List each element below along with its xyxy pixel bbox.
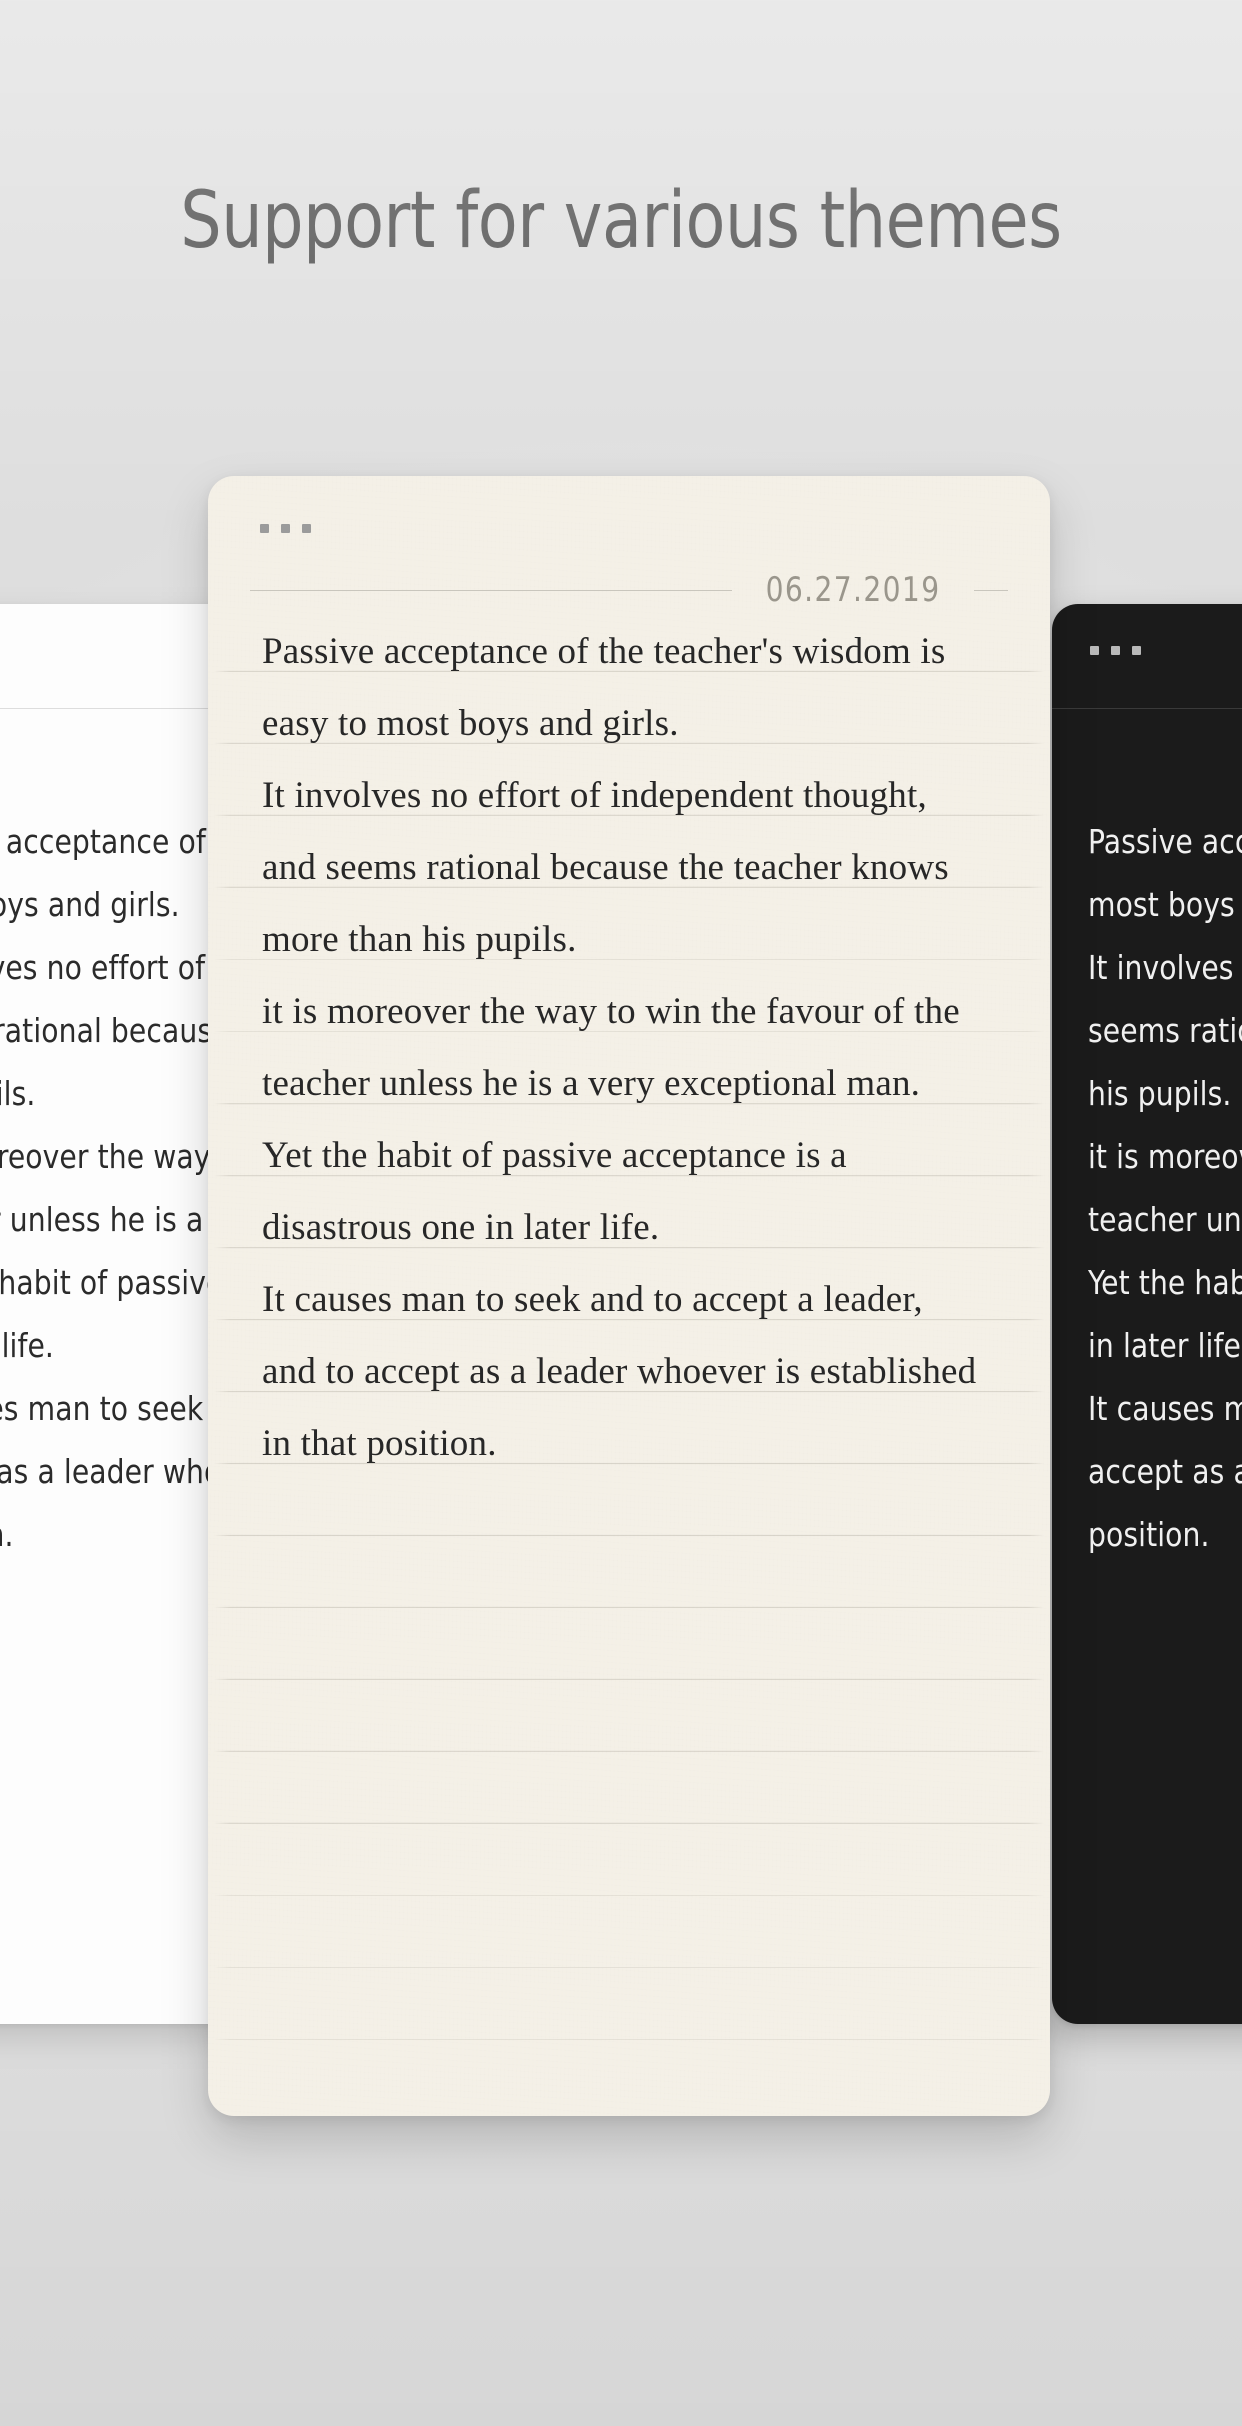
note-line: in later life. [0,1326,54,1365]
window-dot-icon [1111,646,1120,655]
note-line: accept as a leader whoever is establishe… [0,1452,252,1491]
note-line: in later life. [1088,1326,1242,1365]
date-rule-right [974,589,1008,591]
note-line: Passive acceptance of the teacher's wisd… [0,822,252,861]
card-header-paper [208,476,1050,580]
note-line: It involves no effort of independent tho… [0,948,252,987]
note-line: it is moreover the way to win the favour… [0,1137,252,1176]
window-dot-icon [1090,646,1099,655]
window-dots-dark[interactable] [1090,646,1141,655]
note-line: his pupils. [0,1074,36,1113]
note-line: Yet the habit of passive acceptance is a… [1088,1263,1242,1302]
date-rule-left [250,589,732,591]
note-date-strip: 06.27.2019 [208,568,1050,612]
note-line: seems rational because the teacher knows… [1088,1011,1242,1050]
window-dot-icon [302,524,311,533]
note-line: more than his pupils. [262,919,577,960]
note-line: teacher unless he is a very exceptional … [1088,1200,1242,1239]
note-body-dark: Passive acceptance of the teacher's wisd… [1052,708,1242,2024]
note-line: most boys and girls. [1088,885,1242,924]
note-line: It causes man to seek and to accept a le… [262,1279,923,1320]
card-header-dark [1052,604,1242,709]
note-line: Yet the habit of passive acceptance is a [262,1135,847,1176]
note-line: position. [1088,1515,1210,1554]
page-background: Support for various themes Passive accep… [0,0,1242,2426]
note-body-paper[interactable]: Passive acceptance of the teacher's wisd… [208,612,1050,2116]
window-dot-icon [281,524,290,533]
note-line: it is moreover the way to win the favour… [262,991,960,1032]
note-line: and to accept as a leader whoever is est… [262,1351,977,1392]
note-text: Passive acceptance of the teacher's wisd… [248,616,1010,1480]
note-line: position. [0,1515,14,1554]
window-dot-icon [1132,646,1141,655]
note-line: disastrous one in later life. [262,1207,660,1248]
note-line: his pupils. [1088,1074,1232,1113]
note-line: It involves no effort of independent tho… [1088,948,1242,987]
window-dot-icon [260,524,269,533]
note-card-paper-theme[interactable]: 06.27.2019 Passive acceptance of the tea… [208,476,1050,2116]
page-title: Support for various themes [180,176,1062,266]
note-line: accept as a leader whoever is establishe… [1088,1452,1242,1491]
window-dots-paper[interactable] [260,524,311,533]
note-line: It involves no effort of independent tho… [262,775,927,816]
note-line: teacher unless he is a very exceptional … [0,1200,252,1239]
note-line: Passive acceptance of the teacher's wisd… [262,631,946,672]
note-line: it is moreover the way to win the favour… [1088,1137,1242,1176]
note-line: in that position. [262,1423,497,1464]
note-line: It causes man to seek and to accept a le… [0,1389,252,1428]
note-line: most boys and girls. [0,885,180,924]
note-line: Yet the habit of passive acceptance is a… [0,1263,252,1302]
note-card-dark-theme[interactable]: Passive acceptance of the teacher's wisd… [1052,604,1242,2024]
note-line: Passive acceptance of the teacher's wisd… [1088,822,1242,861]
note-date: 06.27.2019 [765,570,941,610]
note-line: and seems rational because the teacher k… [262,847,949,888]
note-line: easy to most boys and girls. [262,703,679,744]
note-line: seems rational because the teacher knows… [0,1011,252,1050]
note-line: teacher unless he is a very exceptional … [262,1063,921,1104]
note-line: It causes man to seek and to accept a le… [1088,1389,1242,1428]
